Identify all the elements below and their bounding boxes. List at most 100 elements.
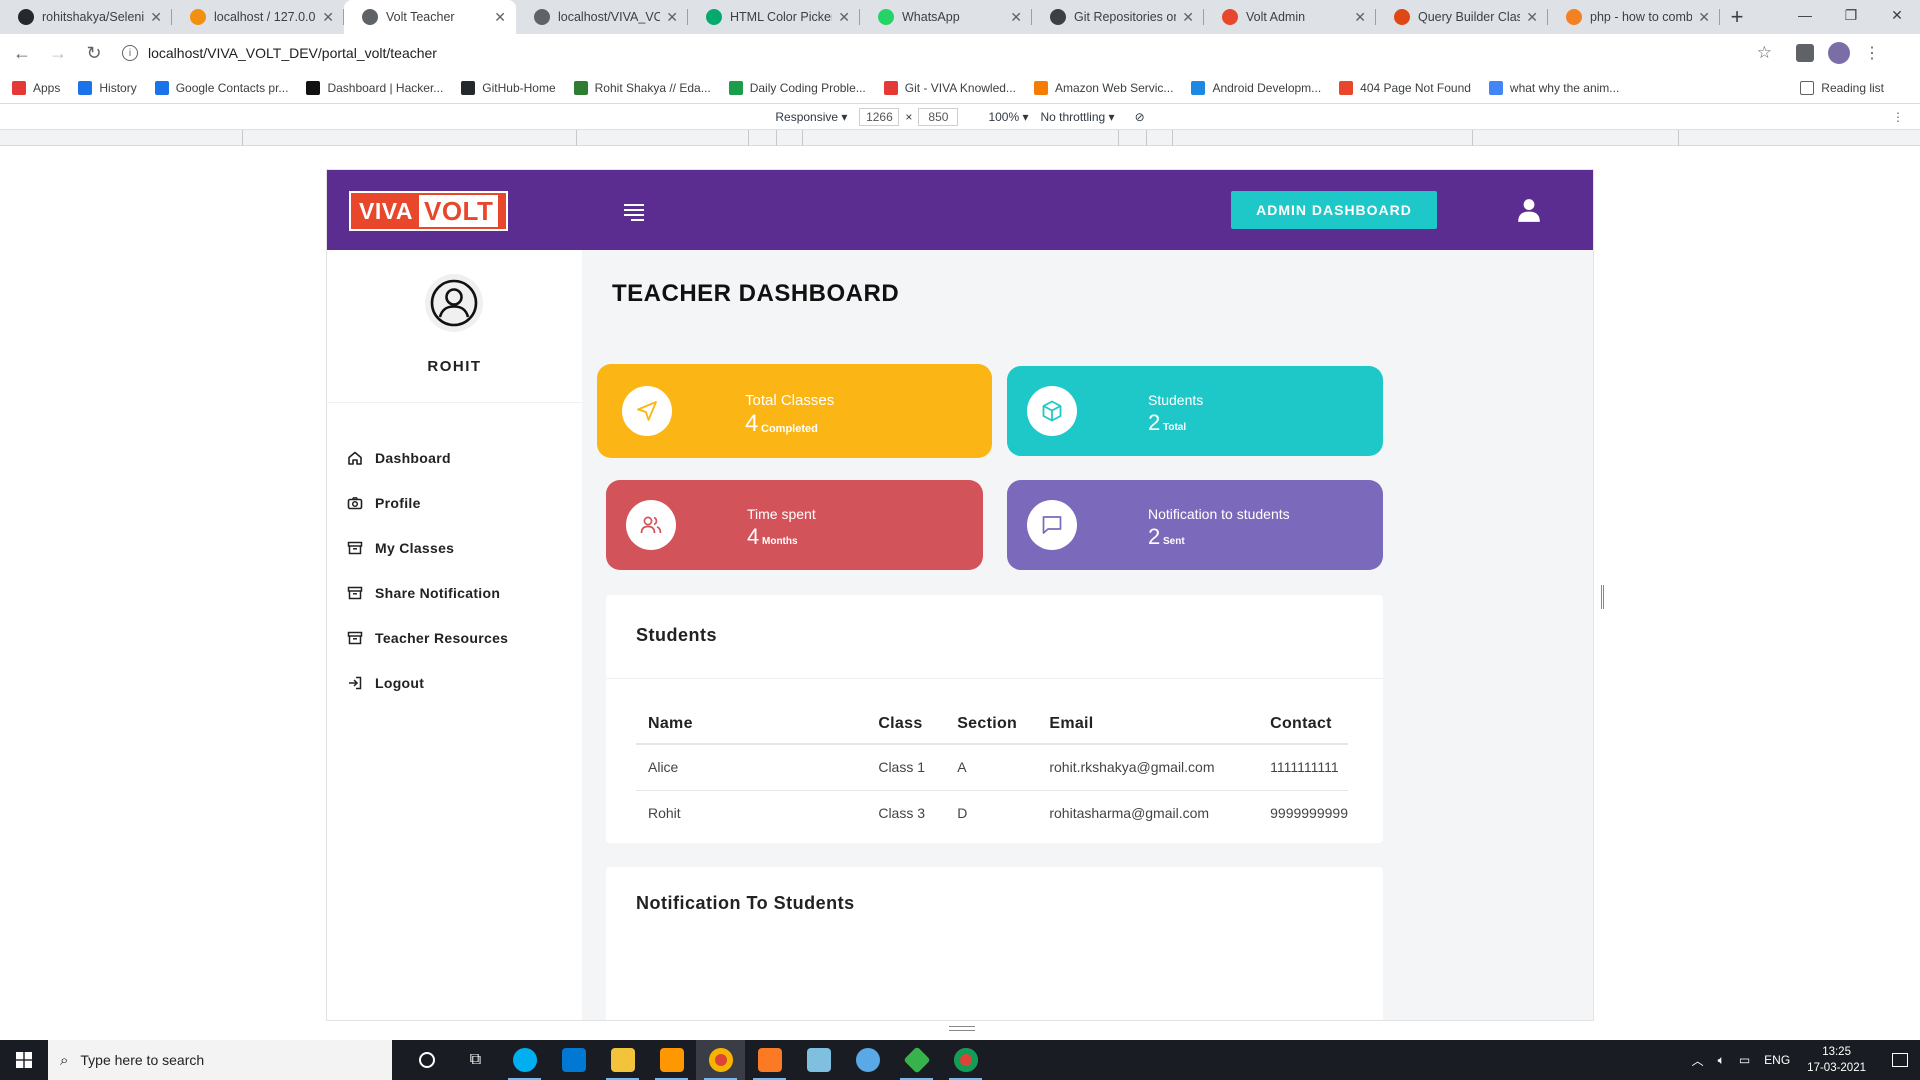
bookmark-item[interactable]: Google Contacts pr...	[154, 80, 288, 95]
rotate-icon[interactable]: ⊘	[1135, 110, 1145, 124]
close-tab-icon[interactable]: ✕	[322, 9, 334, 26]
paint-icon[interactable]	[843, 1040, 892, 1080]
close-tab-icon[interactable]: ✕	[1182, 9, 1194, 26]
browser-tab[interactable]: Git Repositories on ✕	[1032, 0, 1204, 34]
browser-menu-icon[interactable]: ⋮	[1864, 43, 1880, 63]
cortana-icon[interactable]	[402, 1040, 451, 1080]
stat-card-time-spent[interactable]: Time spent 4 Months	[606, 480, 983, 570]
browser-tab[interactable]: localhost/VIVA_VOL ✕	[516, 0, 688, 34]
close-tab-icon[interactable]: ✕	[666, 9, 678, 26]
media-query-ruler	[0, 130, 1920, 146]
close-tab-icon[interactable]: ✕	[1010, 9, 1022, 26]
bookmark-item[interactable]: Git - VIVA Knowled...	[883, 80, 1016, 95]
xampp-icon[interactable]	[745, 1040, 794, 1080]
stat-card-notifications[interactable]: Notification to students 2 Sent	[1007, 480, 1383, 570]
apps-grid-icon	[12, 80, 26, 95]
reading-list-button[interactable]: Reading list	[1800, 80, 1884, 95]
viva-volt-logo[interactable]: VIVA VOLT	[349, 191, 508, 231]
bookmark-item[interactable]: Android Developm...	[1191, 80, 1321, 95]
sidebar-item-dashboard[interactable]: Dashboard	[347, 435, 508, 480]
stat-card-students[interactable]: Students 2 Total	[1007, 366, 1383, 456]
bookmark-item[interactable]: Amazon Web Servic...	[1033, 80, 1173, 95]
network-icon[interactable]: ▭	[1739, 1053, 1750, 1067]
close-tab-icon[interactable]: ✕	[1354, 9, 1366, 26]
close-tab-icon[interactable]: ✕	[1698, 9, 1710, 26]
close-tab-icon[interactable]: ✕	[1526, 9, 1538, 26]
column-header-class[interactable]: Class	[866, 705, 946, 745]
info-icon[interactable]: i	[122, 45, 138, 61]
start-button[interactable]	[0, 1040, 48, 1080]
column-header-contact[interactable]: Contact	[1258, 705, 1348, 745]
bookmark-item[interactable]: what why the anim...	[1488, 80, 1619, 95]
chrome-icon[interactable]	[941, 1040, 990, 1080]
device-select[interactable]: Responsive ▾	[775, 110, 847, 124]
browser-tab[interactable]: HTML Color Picker ✕	[688, 0, 860, 34]
zoom-select[interactable]: 100% ▾	[988, 110, 1028, 124]
restore-icon[interactable]: ❐	[1828, 0, 1874, 30]
bookmark-item[interactable]: Rohit Shakya // Eda...	[573, 80, 711, 95]
browser-tab[interactable]: Query Builder Class ✕	[1376, 0, 1548, 34]
browser-tab[interactable]: localhost / 127.0.0.1 ✕	[172, 0, 344, 34]
taskbar-search-input[interactable]: ⌕ Type here to search	[48, 1040, 392, 1080]
language-indicator[interactable]: ENG	[1764, 1053, 1790, 1067]
bookmark-apps[interactable]: Apps	[12, 80, 60, 95]
column-header-email[interactable]: Email	[1037, 705, 1259, 745]
chrome-icon[interactable]	[696, 1040, 745, 1080]
git-kraken-icon[interactable]	[892, 1040, 941, 1080]
system-tray: ︿ 🔈︎ ▭ ENG 13:25 17-03-2021	[1685, 1040, 1920, 1080]
minimize-icon[interactable]: —	[1782, 0, 1828, 30]
column-header-name[interactable]: Name	[636, 705, 867, 745]
device-toolbar-menu-icon[interactable]: ⋮	[1892, 110, 1904, 124]
extensions-icon[interactable]	[1796, 44, 1814, 62]
bookmark-item[interactable]: GitHub-Home	[461, 80, 556, 95]
sidebar-item-my-classes[interactable]: My Classes	[347, 525, 508, 570]
stat-card-total-classes[interactable]: Total Classes 4 Completed	[597, 364, 992, 458]
clock[interactable]: 13:25 17-03-2021	[1807, 1044, 1866, 1076]
sidebar-item-teacher-resources[interactable]: Teacher Resources	[347, 615, 508, 660]
main-content: TEACHER DASHBOARD Total Classes 4 Comple…	[582, 250, 1593, 1020]
close-tab-icon[interactable]: ✕	[150, 9, 162, 26]
task-view-icon[interactable]: ⧉	[451, 1040, 500, 1080]
browser-tab-active[interactable]: Volt Teacher ✕	[344, 0, 516, 34]
browser-tab[interactable]: Volt Admin ✕	[1204, 0, 1376, 34]
browser-tab[interactable]: rohitshakya/Seleniu ✕	[0, 0, 172, 34]
file-explorer-icon[interactable]	[598, 1040, 647, 1080]
bookmark-item[interactable]: Dashboard | Hacker...	[306, 80, 443, 95]
column-header-section[interactable]: Section	[945, 705, 1038, 745]
forward-icon[interactable]: →	[44, 39, 72, 67]
skype-icon[interactable]	[500, 1040, 549, 1080]
close-tab-icon[interactable]: ✕	[494, 9, 506, 26]
sublime-text-icon[interactable]	[647, 1040, 696, 1080]
url-input[interactable]: i localhost/VIVA_VOLT_DEV/portal_volt/te…	[122, 39, 1772, 67]
throttle-select[interactable]: No throttling ▾	[1041, 110, 1115, 124]
bookmark-item[interactable]: 404 Page Not Found	[1339, 80, 1471, 95]
bookmark-item[interactable]: History	[78, 80, 137, 95]
notification-center-icon[interactable]	[1880, 1053, 1920, 1067]
browser-tab[interactable]: WhatsApp ✕	[860, 0, 1032, 34]
sidebar-item-logout[interactable]: Logout	[347, 660, 508, 705]
bookmark-item[interactable]: Daily Coding Proble...	[728, 80, 866, 95]
notepad-icon[interactable]	[794, 1040, 843, 1080]
url-text[interactable]: localhost/VIVA_VOLT_DEV/portal_volt/teac…	[148, 45, 437, 61]
resize-handle-right[interactable]	[1601, 585, 1604, 609]
sidebar-item-profile[interactable]: Profile	[347, 480, 508, 525]
hackerrank-icon	[306, 80, 321, 95]
show-hidden-icons-icon[interactable]: ︿	[1692, 1052, 1704, 1069]
browser-tab[interactable]: php - how to comb ✕	[1548, 0, 1720, 34]
close-window-icon[interactable]: ✕	[1874, 0, 1920, 30]
reload-icon[interactable]: ↻	[80, 39, 108, 67]
profile-avatar-icon[interactable]	[1828, 42, 1850, 64]
mail-icon[interactable]	[549, 1040, 598, 1080]
resize-handle-bottom[interactable]	[949, 1026, 975, 1031]
close-tab-icon[interactable]: ✕	[838, 9, 850, 26]
new-tab-button[interactable]: +	[1720, 0, 1754, 34]
bookmark-star-icon[interactable]: ☆	[1757, 43, 1772, 63]
back-icon[interactable]: ←	[8, 39, 36, 67]
volume-icon[interactable]: 🔈︎	[1718, 1053, 1725, 1068]
menu-toggle-icon[interactable]	[624, 204, 644, 221]
admin-dashboard-button[interactable]: ADMIN DASHBOARD	[1231, 191, 1437, 229]
viewport-height-input[interactable]: 850	[918, 107, 959, 126]
sidebar-item-share-notification[interactable]: Share Notification	[347, 570, 508, 615]
user-account-icon[interactable]	[1516, 197, 1542, 223]
viewport-width-input[interactable]: 1266	[859, 107, 900, 126]
